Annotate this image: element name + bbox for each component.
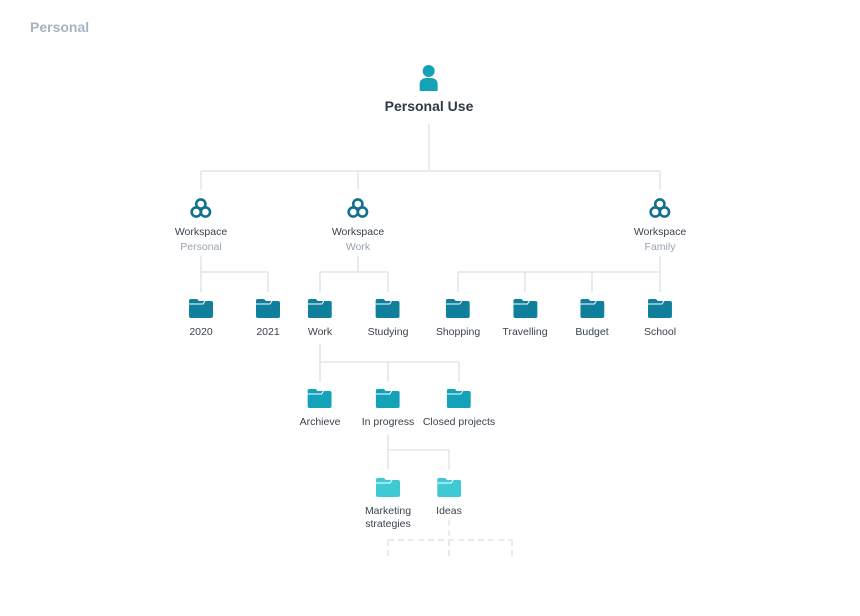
folder-node-budget[interactable]: Budget xyxy=(575,298,609,339)
connector-ws-work xyxy=(319,256,389,292)
folder-icon xyxy=(437,478,461,497)
folder-label: In progress xyxy=(361,416,415,428)
connector-ws-family xyxy=(457,256,661,292)
folder-label: 2020 xyxy=(189,326,213,338)
connector-work xyxy=(319,344,460,382)
connector-in-progress xyxy=(387,434,450,470)
workspace-icon xyxy=(347,198,369,218)
root-node[interactable]: Personal Use xyxy=(384,64,474,114)
folder-label: Archieve xyxy=(299,416,341,428)
folder-node-studying[interactable]: Studying xyxy=(367,298,409,339)
folder-node-shopping[interactable]: Shopping xyxy=(436,298,480,339)
folder-node-ideas[interactable]: Ideas xyxy=(436,477,462,518)
folder-icon xyxy=(376,389,400,408)
folder-icon xyxy=(307,389,332,408)
folder-node-closed-projects[interactable]: Closed projects xyxy=(423,388,495,429)
folder-label: School xyxy=(643,326,677,338)
workspace-name: Work xyxy=(345,241,371,253)
user-icon xyxy=(420,65,438,91)
folder-icon xyxy=(580,299,604,318)
workspace-icon xyxy=(649,198,671,218)
folder-icon xyxy=(376,478,400,497)
folder-icon xyxy=(376,299,400,318)
folder-label: Marketing strategies xyxy=(364,505,412,530)
folder-node-2021[interactable]: 2021 xyxy=(256,298,280,339)
workspace-node-family[interactable]: Workspace Family xyxy=(634,197,686,255)
workspace-name: Personal xyxy=(180,241,222,253)
folder-node-travelling[interactable]: Travelling xyxy=(502,298,548,339)
folder-icon xyxy=(189,299,213,318)
folder-icon xyxy=(446,299,470,318)
folder-label: Budget xyxy=(575,326,609,338)
folder-node-work[interactable]: Work xyxy=(308,298,332,339)
folder-icon xyxy=(647,299,672,318)
folder-label: 2021 xyxy=(256,326,280,338)
folder-icon xyxy=(256,299,280,318)
workspace-label: Workspace xyxy=(174,226,228,238)
folder-icon xyxy=(447,389,471,408)
workspace-label: Workspace xyxy=(633,226,687,238)
folder-node-marketing-strategies[interactable]: Marketing strategies xyxy=(358,477,418,530)
workspace-label: Workspace xyxy=(331,226,385,238)
folder-label: Closed projects xyxy=(422,416,496,428)
folder-label: Studying xyxy=(367,326,409,338)
folder-node-2020[interactable]: 2020 xyxy=(189,298,213,339)
workspace-name: Family xyxy=(644,241,676,253)
root-label: Personal Use xyxy=(384,98,474,114)
folder-label: Work xyxy=(307,326,333,338)
folder-node-archieve[interactable]: Archieve xyxy=(299,388,341,429)
folder-icon xyxy=(308,299,332,318)
workspace-node-work[interactable]: Workspace Work xyxy=(332,197,384,255)
connector-root xyxy=(200,124,661,190)
folder-node-school[interactable]: School xyxy=(644,298,676,339)
folder-icon xyxy=(512,299,537,318)
workspace-icon xyxy=(190,198,212,218)
connector-ws-personal xyxy=(200,256,269,292)
folder-label: Shopping xyxy=(435,326,481,338)
folder-label: Travelling xyxy=(502,326,548,338)
folder-node-in-progress[interactable]: In progress xyxy=(361,388,415,429)
workspace-node-personal[interactable]: Workspace Personal xyxy=(175,197,227,255)
folder-label: Ideas xyxy=(436,505,462,517)
